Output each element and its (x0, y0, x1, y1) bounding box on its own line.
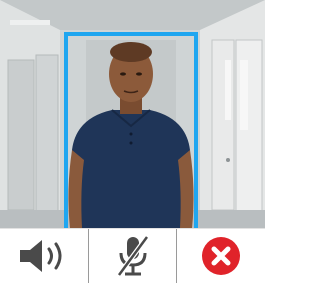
camera-image (0, 0, 265, 228)
close-circle-icon (201, 236, 241, 276)
speaker-button[interactable] (0, 229, 88, 283)
speaker-icon (18, 238, 70, 274)
camera-preview (0, 0, 265, 228)
microphone-button[interactable] (87, 229, 177, 283)
microphone-muted-icon (115, 235, 151, 277)
end-call-button[interactable] (176, 229, 265, 283)
call-controls-bar (0, 228, 265, 283)
video-call-widget (0, 0, 265, 283)
